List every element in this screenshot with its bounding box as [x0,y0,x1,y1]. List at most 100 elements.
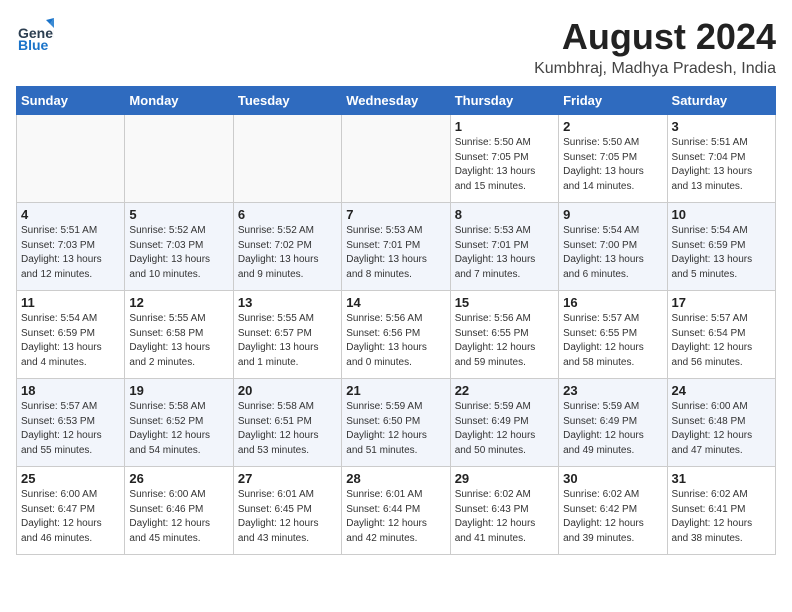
day-info: Sunrise: 5:59 AM Sunset: 6:49 PM Dayligh… [563,400,662,458]
day-number: 8 [455,207,554,222]
day-number: 24 [672,383,771,398]
day-info: Sunrise: 5:56 AM Sunset: 6:56 PM Dayligh… [346,312,445,370]
day-info: Sunrise: 5:59 AM Sunset: 6:50 PM Dayligh… [346,400,445,458]
day-info: Sunrise: 5:51 AM Sunset: 7:04 PM Dayligh… [672,136,771,194]
calendar-cell: 20Sunrise: 5:58 AM Sunset: 6:51 PM Dayli… [233,379,341,467]
day-info: Sunrise: 5:57 AM Sunset: 6:54 PM Dayligh… [672,312,771,370]
col-header-monday: Monday [125,87,233,115]
calendar-cell: 10 Sunrise: 5:54 AM Sunset: 6:59 PM Dayli… [667,203,775,291]
day-number: 19 [129,383,228,398]
day-number: 23 [563,383,662,398]
calendar-cell: 26 Sunrise: 6:00 AM Sunset: 6:46 PM Dayli… [125,467,233,555]
day-info: Sunrise: 6:00 AM Sunset: 6:48 PM Dayligh… [672,400,771,458]
col-header-saturday: Saturday [667,87,775,115]
day-number: 7 [346,207,445,222]
calendar-cell: 6 Sunrise: 5:52 AM Sunset: 7:02 PM Daylig… [233,203,341,291]
calendar-cell: 4 Sunrise: 5:51 AM Sunset: 7:03 PM Daylig… [17,203,125,291]
calendar-cell: 9Sunrise: 5:54 AM Sunset: 7:00 PM Daylig… [559,203,667,291]
svg-text:Blue: Blue [18,37,49,53]
day-number: 4 [21,207,120,222]
day-number: 29 [455,471,554,486]
day-number: 17 [672,295,771,310]
day-info: Sunrise: 5:59 AM Sunset: 6:49 PM Dayligh… [455,400,554,458]
calendar-cell: 30 Sunrise: 6:02 AM Sunset: 6:42 PM Dayli… [559,467,667,555]
day-number: 25 [21,471,120,486]
day-number: 9 [563,207,662,222]
day-info: Sunrise: 5:55 AM Sunset: 6:58 PM Dayligh… [129,312,228,370]
day-number: 26 [129,471,228,486]
day-info: Sunrise: 5:57 AM Sunset: 6:55 PM Dayligh… [563,312,662,370]
day-info: Sunrise: 6:02 AM Sunset: 6:41 PM Dayligh… [672,488,771,546]
day-number: 14 [346,295,445,310]
calendar-cell: 31 Sunrise: 6:02 AM Sunset: 6:41 PM Dayli… [667,467,775,555]
calendar-cell: 15 Sunrise: 5:56 AM Sunset: 6:55 PM Dayli… [450,291,558,379]
calendar-cell: 5 Sunrise: 5:52 AM Sunset: 7:03 PM Daylig… [125,203,233,291]
day-number: 12 [129,295,228,310]
calendar-cell: 1 Sunrise: 5:50 AM Sunset: 7:05 PM Daylig… [450,115,558,203]
day-info: Sunrise: 5:52 AM Sunset: 7:02 PM Dayligh… [238,224,337,282]
col-header-thursday: Thursday [450,87,558,115]
day-number: 21 [346,383,445,398]
day-info: Sunrise: 5:52 AM Sunset: 7:03 PM Dayligh… [129,224,228,282]
day-number: 5 [129,207,228,222]
day-info: Sunrise: 6:01 AM Sunset: 6:45 PM Dayligh… [238,488,337,546]
day-info: Sunrise: 6:02 AM Sunset: 6:43 PM Dayligh… [455,488,554,546]
calendar-cell: 27Sunrise: 6:01 AM Sunset: 6:45 PM Dayli… [233,467,341,555]
header: General Blue August 2024 Kumbhraj, Madhy… [16,16,776,78]
month-title: August 2024 [534,16,776,58]
calendar-cell: 14 Sunrise: 5:56 AM Sunset: 6:56 PM Dayli… [342,291,450,379]
day-info: Sunrise: 6:00 AM Sunset: 6:47 PM Dayligh… [21,488,120,546]
day-info: Sunrise: 6:00 AM Sunset: 6:46 PM Dayligh… [129,488,228,546]
day-info: Sunrise: 5:54 AM Sunset: 6:59 PM Dayligh… [21,312,120,370]
day-number: 1 [455,119,554,134]
day-info: Sunrise: 5:58 AM Sunset: 6:51 PM Dayligh… [238,400,337,458]
calendar-cell: 17 Sunrise: 5:57 AM Sunset: 6:54 PM Dayli… [667,291,775,379]
calendar-cell: 18 Sunrise: 5:57 AM Sunset: 6:53 PM Dayli… [17,379,125,467]
day-number: 15 [455,295,554,310]
calendar-cell [125,115,233,203]
col-header-tuesday: Tuesday [233,87,341,115]
calendar-cell: 12 Sunrise: 5:55 AM Sunset: 6:58 PM Dayli… [125,291,233,379]
day-info: Sunrise: 6:02 AM Sunset: 6:42 PM Dayligh… [563,488,662,546]
day-info: Sunrise: 5:53 AM Sunset: 7:01 PM Dayligh… [455,224,554,282]
day-info: Sunrise: 5:51 AM Sunset: 7:03 PM Dayligh… [21,224,120,282]
day-info: Sunrise: 5:54 AM Sunset: 6:59 PM Dayligh… [672,224,771,282]
day-number: 10 [672,207,771,222]
calendar-cell: 7 Sunrise: 5:53 AM Sunset: 7:01 PM Daylig… [342,203,450,291]
logo: General Blue [16,16,54,54]
day-number: 16 [563,295,662,310]
day-info: Sunrise: 5:50 AM Sunset: 7:05 PM Dayligh… [563,136,662,194]
day-number: 6 [238,207,337,222]
col-header-friday: Friday [559,87,667,115]
calendar-cell [342,115,450,203]
calendar-cell: 3 Sunrise: 5:51 AM Sunset: 7:04 PM Daylig… [667,115,775,203]
day-info: Sunrise: 6:01 AM Sunset: 6:44 PM Dayligh… [346,488,445,546]
col-header-wednesday: Wednesday [342,87,450,115]
calendar-cell: 22Sunrise: 5:59 AM Sunset: 6:49 PM Dayli… [450,379,558,467]
location-title: Kumbhraj, Madhya Pradesh, India [534,60,776,78]
day-number: 31 [672,471,771,486]
calendar-cell: 25 Sunrise: 6:00 AM Sunset: 6:47 PM Dayli… [17,467,125,555]
calendar-cell: 21 Sunrise: 5:59 AM Sunset: 6:50 PM Dayli… [342,379,450,467]
day-info: Sunrise: 5:56 AM Sunset: 6:55 PM Dayligh… [455,312,554,370]
calendar-cell: 2 Sunrise: 5:50 AM Sunset: 7:05 PM Daylig… [559,115,667,203]
day-number: 13 [238,295,337,310]
calendar-cell: 23 Sunrise: 5:59 AM Sunset: 6:49 PM Dayli… [559,379,667,467]
calendar-cell: 19 Sunrise: 5:58 AM Sunset: 6:52 PM Dayli… [125,379,233,467]
day-number: 28 [346,471,445,486]
day-number: 11 [21,295,120,310]
day-number: 3 [672,119,771,134]
calendar-cell: 11 Sunrise: 5:54 AM Sunset: 6:59 PM Dayli… [17,291,125,379]
day-info: Sunrise: 5:50 AM Sunset: 7:05 PM Dayligh… [455,136,554,194]
day-number: 2 [563,119,662,134]
calendar-cell: 28 Sunrise: 6:01 AM Sunset: 6:44 PM Dayli… [342,467,450,555]
day-info: Sunrise: 5:57 AM Sunset: 6:53 PM Dayligh… [21,400,120,458]
day-info: Sunrise: 5:58 AM Sunset: 6:52 PM Dayligh… [129,400,228,458]
day-number: 30 [563,471,662,486]
title-area: August 2024 Kumbhraj, Madhya Pradesh, In… [534,16,776,78]
day-info: Sunrise: 5:55 AM Sunset: 6:57 PM Dayligh… [238,312,337,370]
calendar-cell: 24 Sunrise: 6:00 AM Sunset: 6:48 PM Dayli… [667,379,775,467]
calendar-cell [233,115,341,203]
day-number: 18 [21,383,120,398]
day-info: Sunrise: 5:53 AM Sunset: 7:01 PM Dayligh… [346,224,445,282]
